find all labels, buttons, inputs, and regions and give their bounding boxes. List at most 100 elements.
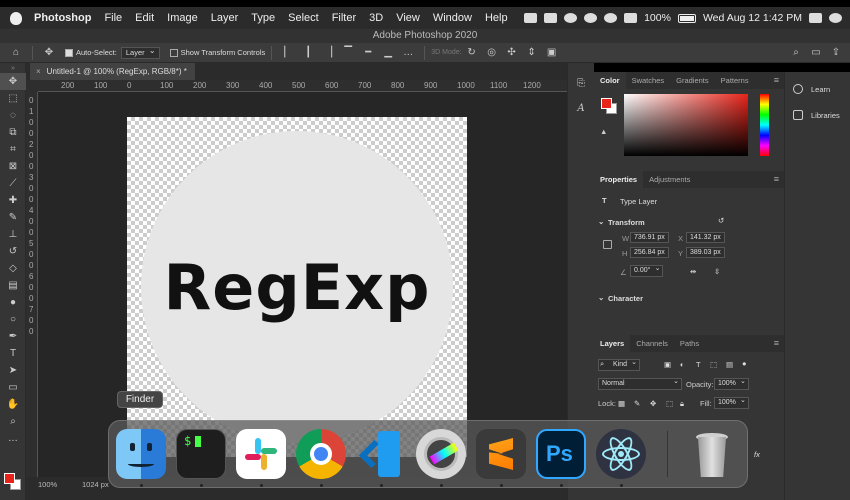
edit-toolbar-icon[interactable]: … [0,430,26,447]
dropbox-icon[interactable] [544,13,558,23]
collapse-icon[interactable]: » [0,63,26,73]
lasso-tool-icon[interactable]: ◌ [0,107,26,124]
siri-icon[interactable] [829,13,842,23]
x-field[interactable]: 141.32 px [686,232,725,243]
menu-help[interactable]: Help [485,12,508,24]
auto-select-checkbox[interactable] [65,48,73,57]
transform-section-title[interactable]: Transform [608,218,645,227]
menu-view[interactable]: View [396,12,420,24]
gamut-warning-icon[interactable]: ▲ [600,127,607,136]
menu-image[interactable]: Image [167,12,198,24]
foreground-color-swatch[interactable] [4,473,15,484]
color-picker-field[interactable] [624,94,748,156]
menu-photoshop[interactable]: Photoshop [34,12,91,24]
search-icon[interactable]: ⌕ [790,47,802,59]
transform-chevron-icon[interactable]: ⌄ [598,217,604,226]
tab-paths[interactable]: Paths [674,335,705,352]
menubar-clock[interactable]: Wed Aug 12 1:42 PM [703,12,802,24]
menu-3d[interactable]: 3D [369,12,383,24]
vscode-app-icon[interactable] [356,429,406,479]
link-dimensions-icon[interactable] [603,240,612,249]
height-field[interactable]: 256.84 px [630,247,669,258]
layer-filter-kind[interactable]: Kind [598,358,641,371]
apple-icon[interactable] [10,11,22,25]
terminal-app-icon[interactable]: $ [176,429,226,479]
battery-icon[interactable] [677,13,696,23]
move-tool-icon[interactable]: ✥ [43,47,55,59]
workspace-icon[interactable]: ▭ [810,47,822,59]
panel-menu-icon[interactable]: ≡ [774,75,779,85]
clone-stamp-tool-icon[interactable]: ⊥ [0,226,26,243]
libraries-panel-button[interactable]: Libraries [785,102,850,128]
tab-properties[interactable]: Properties [594,171,644,188]
filter-toggle-icon[interactable]: ● [742,359,747,368]
horizontal-ruler[interactable]: 200 100 0 100 200 300 400 500 600 700 800 900 1000 11… [38,80,567,92]
panel-menu-icon[interactable]: ≡ [774,174,779,184]
cloud-icon[interactable] [564,13,578,23]
opacity-field[interactable]: 100% [714,377,749,390]
reset-transform-icon[interactable]: ↺ [718,216,724,225]
type-tool-icon[interactable]: T [0,345,26,362]
align-top-icon[interactable]: ▔ [342,47,354,59]
lock-artboard-icon[interactable]: ⬚ [666,399,673,408]
menu-file[interactable]: File [104,12,122,24]
align-bottom-icon[interactable]: ▁ [382,47,394,59]
lock-transparent-icon[interactable]: ▦ [618,399,625,408]
menu-select[interactable]: Select [288,12,319,24]
history-panel-icon[interactable]: ⎘ [568,75,594,92]
object-select-tool-icon[interactable]: ⧉ [0,124,26,141]
filter-type-icon[interactable]: T [696,360,701,369]
home-icon[interactable]: ⌂ [10,47,22,59]
blur-tool-icon[interactable]: ● [0,294,26,311]
auto-select-dropdown[interactable]: Layer [120,46,160,59]
canvas-text-layer[interactable]: RegExp [127,117,467,457]
menu-layer[interactable]: Layer [211,12,239,24]
foreground-color-chip[interactable] [601,98,612,109]
share-icon[interactable]: ⇪ [830,47,842,59]
electron-app-icon[interactable] [596,429,646,479]
align-left-icon[interactable]: ▏ [282,47,294,59]
menu-type[interactable]: Type [251,12,275,24]
character-panel-icon[interactable]: A [568,100,594,117]
tab-patterns[interactable]: Patterns [715,72,755,89]
volume-icon[interactable] [624,13,638,23]
finder-app-icon[interactable] [116,429,166,479]
angle-field[interactable]: 0.00° [630,264,664,277]
hand-tool-icon[interactable]: ✋ [0,396,26,413]
extension-icon[interactable] [584,13,598,23]
filter-adjustment-icon[interactable]: ◐ [680,360,685,369]
align-center-icon[interactable]: ┃ [302,47,314,59]
flip-vertical-icon[interactable]: ⇳ [714,267,720,276]
filter-smart-object-icon[interactable]: ▤ [726,360,733,369]
hue-slider[interactable] [760,94,769,156]
history-brush-tool-icon[interactable]: ↺ [0,243,26,260]
menu-edit[interactable]: Edit [135,12,154,24]
healing-brush-tool-icon[interactable]: ✚ [0,192,26,209]
move-tool-icon[interactable]: ✥ [0,73,26,90]
menu-window[interactable]: Window [433,12,472,24]
panel-menu-icon[interactable]: ≡ [774,338,779,348]
close-tab-icon[interactable]: × [36,67,41,76]
tab-layers[interactable]: Layers [594,335,631,352]
3d-slide-icon[interactable]: ⇕ [526,47,538,59]
photoshop-app-icon[interactable]: Ps [536,429,586,479]
tab-gradients[interactable]: Gradients [670,72,715,89]
gradient-tool-icon[interactable]: ▤ [0,277,26,294]
flip-horizontal-icon[interactable]: ⇹ [690,267,696,276]
brush-tool-icon[interactable]: ✎ [0,209,26,226]
fx-icon[interactable]: fx [754,450,760,459]
zoom-tool-icon[interactable]: ⌕ [0,413,26,430]
3d-scale-icon[interactable]: ▣ [546,47,558,59]
character-section-title[interactable]: Character [608,294,643,303]
lock-position-icon[interactable]: ✥ [650,399,656,408]
eraser-tool-icon[interactable]: ◇ [0,260,26,277]
character-chevron-icon[interactable]: ⌄ [598,293,604,302]
tab-swatches[interactable]: Swatches [626,72,671,89]
tab-color[interactable]: Color [594,72,626,89]
pen-tool-icon[interactable]: ✒ [0,328,26,345]
blend-mode-dropdown[interactable]: Normal [598,377,682,390]
3d-rotate-icon[interactable]: ↻ [466,47,478,59]
lock-image-icon[interactable]: ✎ [634,399,640,408]
frame-tool-icon[interactable]: ⊠ [0,158,26,175]
shape-tool-icon[interactable]: ▭ [0,379,26,396]
